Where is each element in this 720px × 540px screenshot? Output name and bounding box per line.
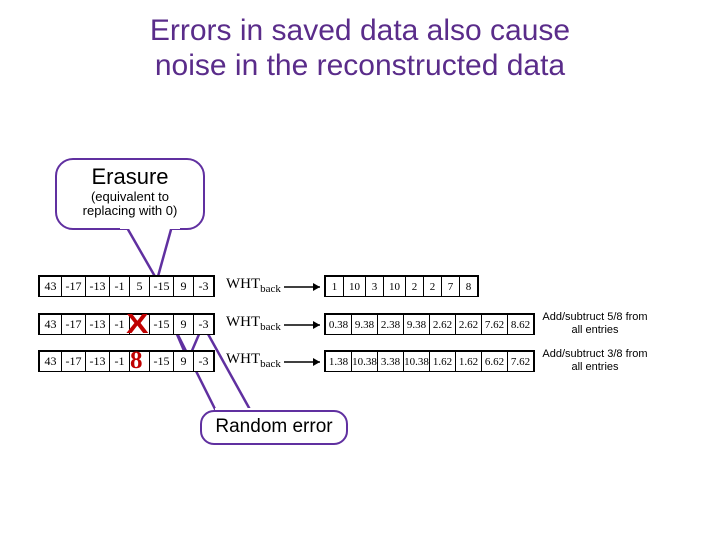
random-error-label: Random error: [215, 416, 332, 437]
cell: -1: [110, 352, 130, 372]
data-vector: 43-17-13-1 -159-3: [38, 350, 215, 372]
effect-note: Add/subtruct 3/8 from all entries: [540, 348, 650, 373]
cell: 2: [406, 277, 424, 297]
cell: 43: [40, 315, 62, 335]
cell: 43: [40, 352, 62, 372]
erasure-x-mark: X: [126, 308, 148, 340]
cell: 2.38: [378, 315, 404, 335]
effect-note: Add/subtruct 5/8 from all entries: [540, 311, 650, 336]
data-vector: 1.3810.383.3810.381.621.626.627.62: [324, 350, 535, 372]
data-vector: 0.389.382.389.382.622.627.628.62: [324, 313, 535, 335]
erasure-sub2: replacing with 0): [57, 204, 203, 218]
cell: 3.38: [378, 352, 404, 372]
cell: -15: [150, 277, 174, 297]
cell: 1.62: [456, 352, 482, 372]
cell: -15: [150, 315, 174, 335]
cell: 1.38: [326, 352, 352, 372]
cell: 7.62: [482, 315, 508, 335]
wht-back-label: WHTback: [226, 351, 281, 370]
data-vector: 43-17-13-15-159-3: [38, 275, 215, 297]
cell: -13: [86, 352, 110, 372]
cell: 10: [344, 277, 366, 297]
erasure-callout: Erasure (equivalent to replacing with 0): [55, 158, 205, 230]
erasure-pointer-triangle: [126, 226, 172, 280]
cell: 1.62: [430, 352, 456, 372]
wht-back-label: WHTback: [226, 314, 281, 333]
cell: -17: [62, 352, 86, 372]
cell: 9.38: [352, 315, 378, 335]
cell: 8.62: [508, 315, 534, 335]
cell: 43: [40, 277, 62, 297]
cell: 5: [130, 277, 150, 297]
random-error-callout: Random error: [200, 410, 348, 445]
cell: -1: [110, 277, 130, 297]
cell: 7.62: [508, 352, 534, 372]
erasure-sub1: (equivalent to: [57, 190, 203, 204]
slide-title: Errors in saved data also cause noise in…: [0, 14, 720, 83]
title-line2: noise in the reconstructed data: [155, 49, 565, 82]
cell: 7: [442, 277, 460, 297]
erasure-title: Erasure: [57, 164, 203, 190]
cell: 1: [326, 277, 344, 297]
data-vector: 1103102278: [324, 275, 479, 297]
cell: 0.38: [326, 315, 352, 335]
cell: -15: [150, 352, 174, 372]
cell: -17: [62, 277, 86, 297]
cell: 8: [460, 277, 478, 297]
cell: -17: [62, 315, 86, 335]
cell: 9: [174, 315, 194, 335]
cell: -13: [86, 277, 110, 297]
random-error-8-mark: 8: [130, 348, 143, 373]
cell: 10.38: [404, 352, 430, 372]
cell: -3: [194, 315, 214, 335]
title-line1: Errors in saved data also cause: [150, 14, 570, 47]
cell: -3: [194, 277, 214, 297]
cell: 2.62: [430, 315, 456, 335]
cell: 9.38: [404, 315, 430, 335]
cell: -3: [194, 352, 214, 372]
cell: 2.62: [456, 315, 482, 335]
cell: 10: [384, 277, 406, 297]
cell: 10.38: [352, 352, 378, 372]
cell: 2: [424, 277, 442, 297]
cell: 6.62: [482, 352, 508, 372]
wht-back-label: WHTback: [226, 276, 281, 295]
cell: 9: [174, 352, 194, 372]
cell: 9: [174, 277, 194, 297]
cell: 3: [366, 277, 384, 297]
cell: -13: [86, 315, 110, 335]
